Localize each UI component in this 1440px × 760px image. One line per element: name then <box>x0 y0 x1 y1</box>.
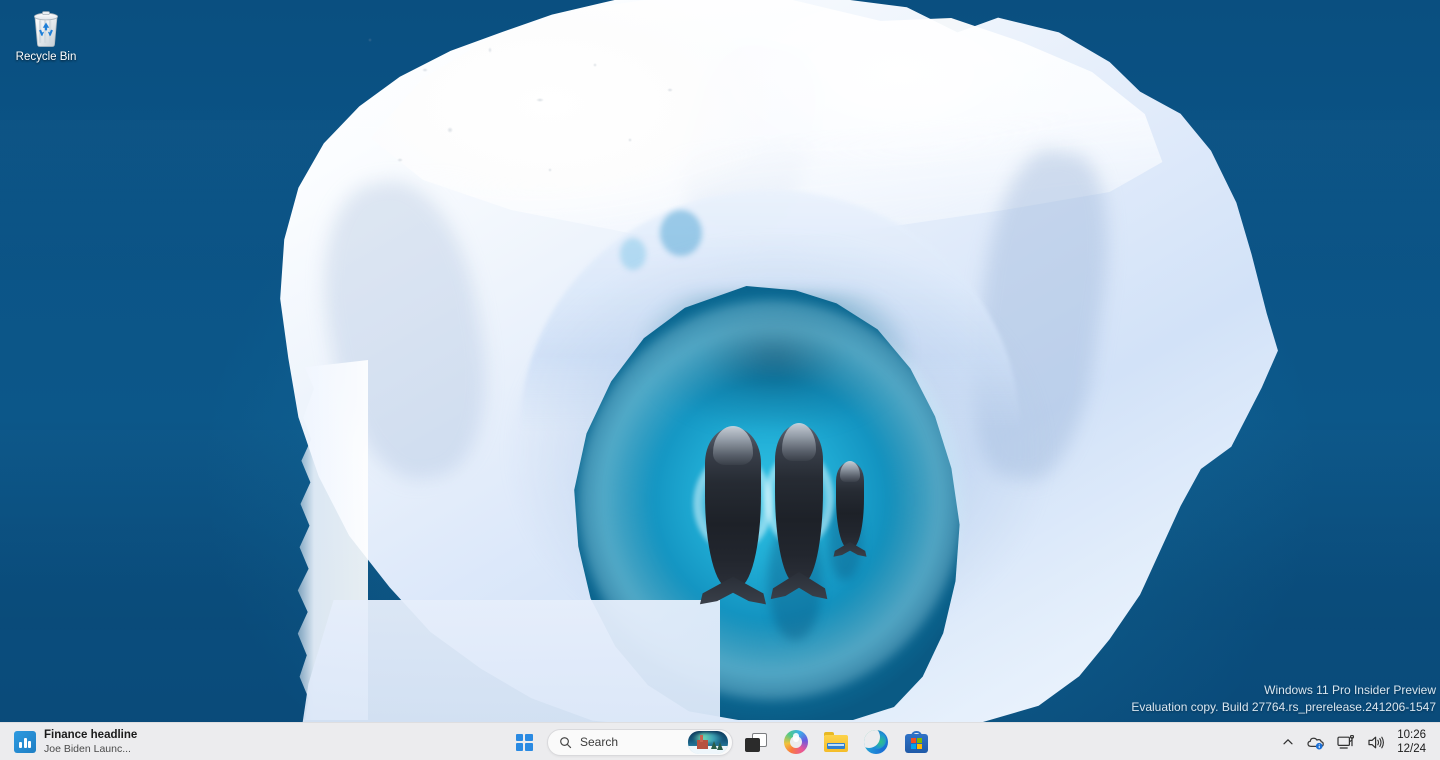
folder-icon <box>824 732 848 752</box>
desktop-icon-recycle-bin[interactable]: Recycle Bin <box>4 6 88 76</box>
task-view-button[interactable] <box>739 725 773 759</box>
microsoft-edge-button[interactable] <box>859 725 893 759</box>
file-explorer-button[interactable] <box>819 725 853 759</box>
show-hidden-icons-button[interactable] <box>1276 727 1300 757</box>
whale-large <box>692 426 774 605</box>
system-tray: 10:26 12/24 <box>1276 723 1440 760</box>
start-button[interactable] <box>507 725 541 759</box>
copilot-icon <box>784 730 808 754</box>
clock-date: 12/24 <box>1397 743 1426 755</box>
whale-medium <box>764 423 834 600</box>
clock-time: 10:26 <box>1397 728 1426 741</box>
widgets-button[interactable]: Finance headline Joe Biden Launc... <box>6 725 145 759</box>
volume-tray-button[interactable] <box>1361 727 1391 757</box>
search-highlight-thumbnail[interactable] <box>688 730 728 754</box>
search-input[interactable]: Search <box>580 735 680 749</box>
recycle-bin-icon <box>26 6 66 48</box>
desktop-wallpaper <box>0 0 1440 760</box>
finance-chart-icon <box>14 731 36 753</box>
windows-logo-icon <box>515 733 533 751</box>
chevron-up-icon <box>1283 739 1293 745</box>
iceberg-foreground-foot <box>300 600 720 740</box>
edge-icon <box>864 730 888 754</box>
taskbar-center-cluster: Search <box>507 723 933 760</box>
store-icon <box>904 731 928 753</box>
onedrive-tray-button[interactable] <box>1300 727 1331 757</box>
search-box[interactable]: Search <box>547 728 733 756</box>
task-view-icon <box>745 732 767 752</box>
widgets-subheadline: Joe Biden Launc... <box>44 742 131 755</box>
clock-button[interactable]: 10:26 12/24 <box>1391 726 1436 758</box>
speaker-icon <box>1368 736 1385 748</box>
recycle-bin-label: Recycle Bin <box>15 51 77 63</box>
whale-calf <box>833 461 867 557</box>
network-tray-button[interactable] <box>1331 727 1361 757</box>
monitor-network-icon <box>1337 734 1355 749</box>
whale-head <box>839 461 861 482</box>
search-icon <box>560 736 572 748</box>
widgets-headline: Finance headline <box>44 729 138 742</box>
copilot-button[interactable] <box>779 725 813 759</box>
widgets-text: Finance headline Joe Biden Launc... <box>44 729 137 754</box>
taskbar: Finance headline Joe Biden Launc... Sear… <box>0 722 1440 760</box>
cloud-info-icon <box>1307 737 1325 750</box>
microsoft-store-button[interactable] <box>899 725 933 759</box>
